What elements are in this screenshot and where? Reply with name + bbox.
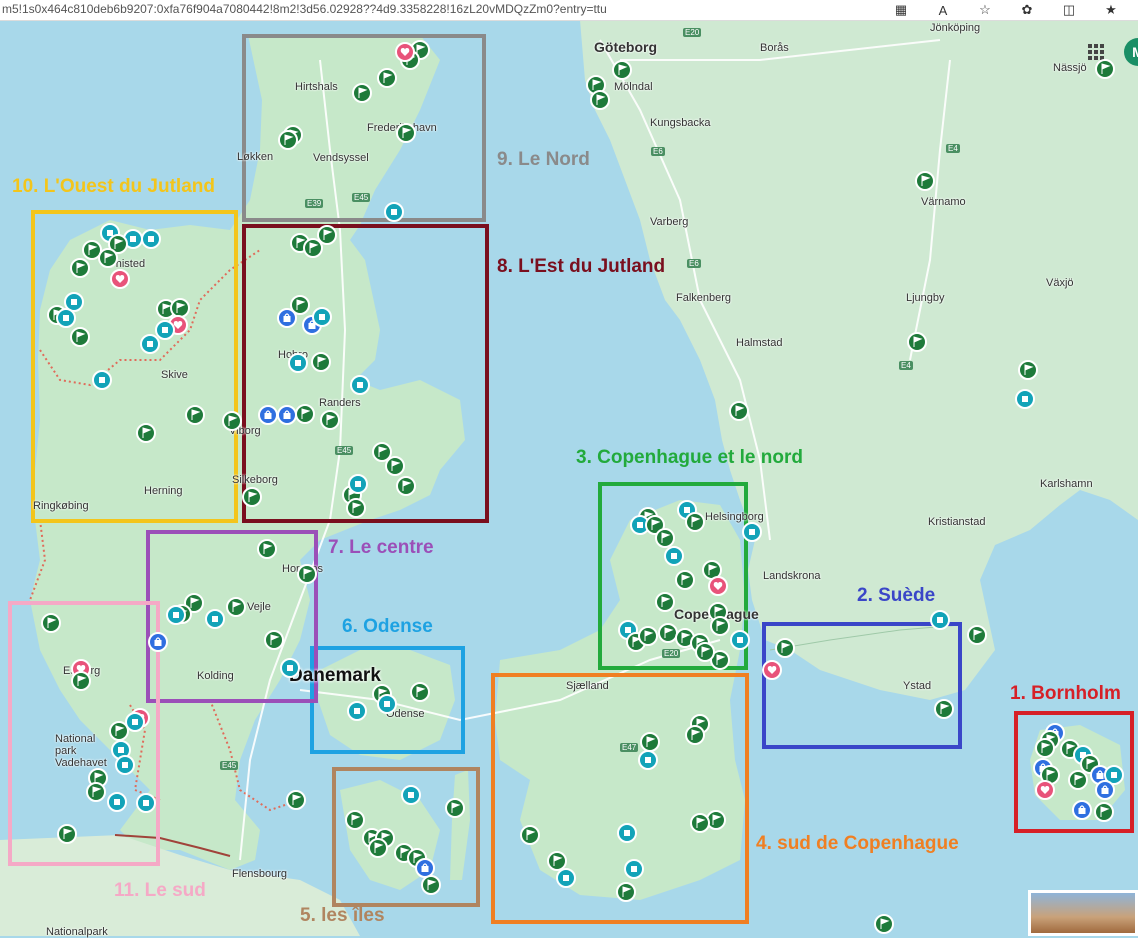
region-label-est-jutland: 8. L'Est du Jutland	[497, 256, 666, 277]
place-label: Sjælland	[566, 680, 609, 692]
extensions-icon[interactable]: ✿	[1018, 2, 1036, 18]
region-label-copenhague-nord: 3. Copenhague et le nord	[576, 447, 803, 468]
region-label-sud: 11. Le sud	[114, 880, 206, 901]
road-shield: E6	[687, 259, 701, 268]
region-box-ouest-jutland	[31, 210, 238, 523]
region-label-iles: 5. les îles	[300, 905, 385, 926]
place-label: Landskrona	[763, 570, 821, 582]
place-label: Silkeborg	[232, 474, 278, 486]
apps-grid-icon[interactable]	[1086, 42, 1106, 62]
browser-toolbar: ▦ A ☆ ✿ ◫ ★	[892, 0, 1138, 20]
place-label: Thisted	[109, 258, 146, 270]
road-shield: E4	[899, 361, 913, 370]
region-box-iles	[332, 767, 480, 907]
road-shield: E20	[662, 649, 681, 658]
place-label: Ringkøbing	[33, 500, 89, 512]
place-label: Viborg	[229, 425, 261, 437]
road-shield: E39	[305, 199, 324, 208]
road-shield: E4	[946, 144, 960, 153]
place-label: Borås	[760, 42, 789, 54]
place-label: Karlshamn	[1040, 478, 1093, 490]
country-label: Danemark	[289, 665, 381, 686]
road-shield: E6	[651, 147, 665, 156]
place-label: Falkenberg	[676, 292, 732, 304]
place-label: Göteborg	[594, 39, 657, 55]
region-box-bornholm	[1014, 711, 1134, 833]
place-label: Kungsbacka	[650, 117, 711, 129]
region-box-sud-copenhague	[491, 673, 749, 924]
road-shield: E45	[335, 446, 354, 455]
favorite-star-icon[interactable]: ☆	[976, 2, 994, 18]
road-shield: E45	[352, 193, 371, 202]
place-label: Hirtshals	[295, 81, 338, 93]
region-label-sud-copenhague: 4. sud de Copenhague	[756, 833, 959, 854]
place-label: Värnamo	[921, 196, 966, 208]
place-label: Esbjerg	[63, 665, 101, 677]
place-label: Jönköping	[930, 22, 981, 34]
place-label: Vendsyssel	[313, 152, 369, 164]
road-shield: E47	[620, 743, 639, 752]
place-label: Flensbourg	[232, 868, 288, 880]
split-screen-icon[interactable]: ◫	[1060, 2, 1078, 18]
place-label: Løkken	[237, 151, 274, 163]
place-label: National park Vadehavet	[55, 733, 107, 769]
place-label: Herning	[144, 485, 183, 497]
address-text[interactable]: m5!1s0x464c810deb6b9207:0xfa76f904a70804…	[2, 2, 607, 16]
region-label-bornholm: 1. Bornholm	[1010, 683, 1121, 704]
favorites-icon[interactable]: ★	[1102, 2, 1120, 18]
region-label-nord: 9. Le Nord	[497, 149, 590, 170]
place-label: Halmstad	[736, 337, 783, 349]
region-box-odense	[310, 646, 465, 754]
region-label-ouest-jutland: 10. L'Ouest du Jutland	[12, 176, 215, 197]
region-label-odense: 6. Odense	[342, 616, 433, 637]
street-view-thumbnail[interactable]	[1028, 890, 1138, 936]
region-label-suede: 2. Suède	[857, 585, 936, 606]
place-label: Ystad	[903, 680, 932, 692]
place-label: Odense	[386, 708, 425, 720]
place-label: Vejle	[247, 601, 271, 613]
place-label: Kristianstad	[928, 516, 986, 528]
place-label: Nässjö	[1053, 62, 1087, 74]
place-label: Horsens	[282, 563, 323, 575]
read-aloud-icon[interactable]: A	[934, 3, 952, 18]
place-label: Ljungby	[906, 292, 945, 304]
region-box-suede	[762, 622, 962, 749]
place-label: Skive	[161, 369, 188, 381]
place-label: Växjö	[1046, 277, 1074, 289]
tab-actions-icon[interactable]: ▦	[892, 2, 910, 18]
place-label: Kolding	[197, 670, 234, 682]
road-shield: E20	[683, 28, 702, 37]
place-label: Mölndal	[614, 81, 653, 93]
place-label: Varberg	[650, 216, 689, 228]
place-label: Nationalpark	[46, 926, 108, 938]
place-label: Randers	[319, 397, 361, 409]
region-label-centre: 7. Le centre	[328, 537, 434, 558]
place-label: Frederikshavn	[367, 122, 437, 134]
place-label: Hobro	[278, 349, 308, 361]
place-label: Helsingborg	[705, 511, 764, 523]
road-shield: E45	[220, 761, 239, 770]
region-box-est-jutland	[242, 224, 489, 523]
browser-address-bar[interactable]: m5!1s0x464c810deb6b9207:0xfa76f904a70804…	[0, 0, 1138, 21]
place-label: Copenhague	[674, 606, 759, 622]
